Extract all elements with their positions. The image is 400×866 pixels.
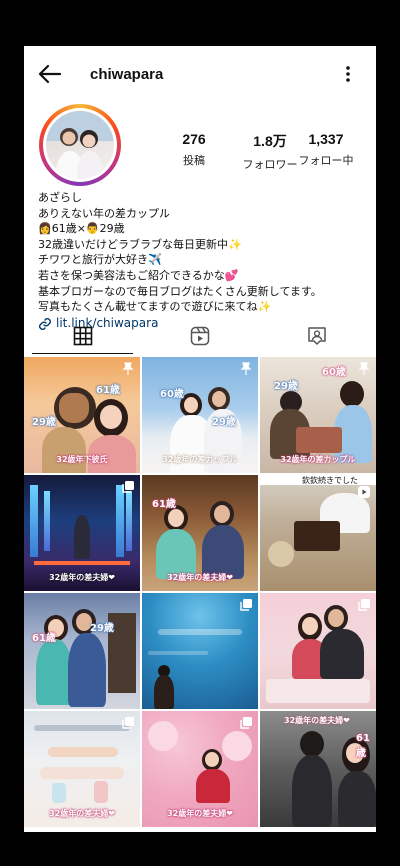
post-thumbnail[interactable] bbox=[260, 593, 376, 709]
post-thumbnail[interactable]: 61歳 32歳年の差夫婦❤ bbox=[142, 475, 258, 591]
post-caption: 32歳年の差夫婦❤ bbox=[167, 809, 233, 818]
tab-posts[interactable] bbox=[24, 318, 141, 354]
post-age-text: 60歳 bbox=[160, 389, 184, 400]
post-age-text: 61歳 bbox=[32, 633, 56, 644]
post-age-text: 61歳 bbox=[356, 733, 370, 759]
bio-line: 32歳違いだけどラブラブな毎日更新中✨ bbox=[38, 237, 242, 251]
bio: あざらし ありえない年の差カップル 👩61歳×👨29歳 32歳違いだけどラブラブ… bbox=[24, 190, 376, 331]
following-count[interactable]: 1,337 フォロー中 bbox=[286, 131, 366, 168]
profile-tabs bbox=[24, 318, 376, 354]
multi-photo-icon bbox=[240, 599, 252, 611]
post-age-text: 29歳 bbox=[32, 417, 56, 428]
reel-icon bbox=[358, 486, 370, 498]
post-thumbnail[interactable]: 32歳年の差夫婦❤ bbox=[24, 475, 140, 591]
post-age-text: 29歳 bbox=[274, 381, 298, 392]
bio-line: 基本ブロガーなので毎日ブログはたくさん更新してます。 bbox=[38, 284, 322, 298]
grid-icon bbox=[73, 326, 92, 346]
more-options-icon[interactable] bbox=[336, 62, 360, 86]
post-age-text: 61歳 bbox=[152, 499, 176, 510]
avatar[interactable] bbox=[46, 111, 114, 179]
bio-line: 👩61歳×👨29歳 bbox=[38, 222, 125, 236]
bio-line: 若さを保つ美容法もご紹介できるかな💕 bbox=[38, 268, 239, 282]
post-thumbnail[interactable] bbox=[142, 593, 258, 709]
posts-label: 投稿 bbox=[183, 154, 205, 167]
post-top-text: 32歳年の差夫婦❤ bbox=[284, 716, 350, 725]
top-bar: chiwapara bbox=[24, 46, 376, 102]
post-thumbnail[interactable]: 32歳年の差夫婦❤ bbox=[24, 711, 140, 827]
profile-summary: 276 投稿 1.8万 フォロワー 1,337 フォロー中 bbox=[24, 102, 376, 198]
tab-tagged[interactable] bbox=[259, 318, 376, 354]
pin-icon bbox=[122, 362, 134, 375]
post-thumbnail[interactable]: 29歳 60歳 32歳年の差カップル bbox=[260, 357, 376, 473]
pin-icon bbox=[358, 362, 370, 375]
back-arrow-icon[interactable] bbox=[36, 60, 64, 88]
bio-line: ありえない年の差カップル bbox=[38, 206, 170, 220]
post-thumbnail[interactable]: 61歳 29歳 bbox=[24, 593, 140, 709]
bio-line: 写真もたくさん載せてますので遊びに来てね✨ bbox=[38, 300, 272, 314]
post-age-text: 60歳 bbox=[322, 367, 346, 378]
post-caption: 32歳年の差夫婦❤ bbox=[49, 809, 115, 818]
tab-reels[interactable] bbox=[141, 318, 258, 354]
post-thumbnail[interactable]: 61歳 29歳 32歳年下彼氏 bbox=[24, 357, 140, 473]
post-age-text: 29歳 bbox=[90, 623, 114, 634]
pin-icon bbox=[240, 362, 252, 375]
post-age-text: 61歳 bbox=[96, 385, 120, 396]
story-ring[interactable] bbox=[39, 104, 121, 186]
post-caption: 32歳年下彼氏 bbox=[56, 455, 108, 464]
post-thumbnail[interactable]: 32歳年の差夫婦❤ 61歳 bbox=[260, 711, 376, 827]
following-number: 1,337 bbox=[308, 131, 344, 147]
following-label: フォロー中 bbox=[298, 154, 354, 167]
tagged-icon bbox=[308, 327, 327, 345]
multi-photo-icon bbox=[122, 481, 134, 493]
posts-count[interactable]: 276 投稿 bbox=[154, 131, 234, 168]
bio-line: チワワと旅行が大好き✈️ bbox=[38, 253, 162, 267]
profile-username: chiwapara bbox=[90, 65, 164, 83]
post-thumbnail[interactable]: 60歳 29歳 32歳年の差カップル bbox=[142, 357, 258, 473]
post-age-text: 29歳 bbox=[212, 417, 236, 428]
multi-photo-icon bbox=[240, 717, 252, 729]
posts-grid: 61歳 29歳 32歳年下彼氏 60歳 29歳 32歳年の差カップル 29歳 6… bbox=[24, 357, 376, 827]
multi-photo-icon bbox=[122, 717, 134, 729]
post-thumbnail[interactable]: 32歳年の差夫婦❤ bbox=[142, 711, 258, 827]
reels-icon bbox=[190, 326, 210, 346]
instagram-profile-screen: chiwapara 276 投稿 1.8万 フォロワー 1,337 フォロー中 … bbox=[24, 46, 376, 832]
posts-number: 276 bbox=[182, 131, 206, 147]
multi-photo-icon bbox=[358, 599, 370, 611]
post-caption: 32歳年の差夫婦❤ bbox=[49, 573, 115, 582]
post-caption: 32歳年の差カップル bbox=[162, 455, 238, 464]
post-caption: 32歳年の差カップル bbox=[280, 455, 356, 464]
post-thumbnail[interactable]: 欽欽続きでした bbox=[260, 475, 376, 591]
post-top-text: 欽欽続きでした bbox=[302, 476, 358, 485]
post-caption: 32歳年の差夫婦❤ bbox=[167, 573, 233, 582]
